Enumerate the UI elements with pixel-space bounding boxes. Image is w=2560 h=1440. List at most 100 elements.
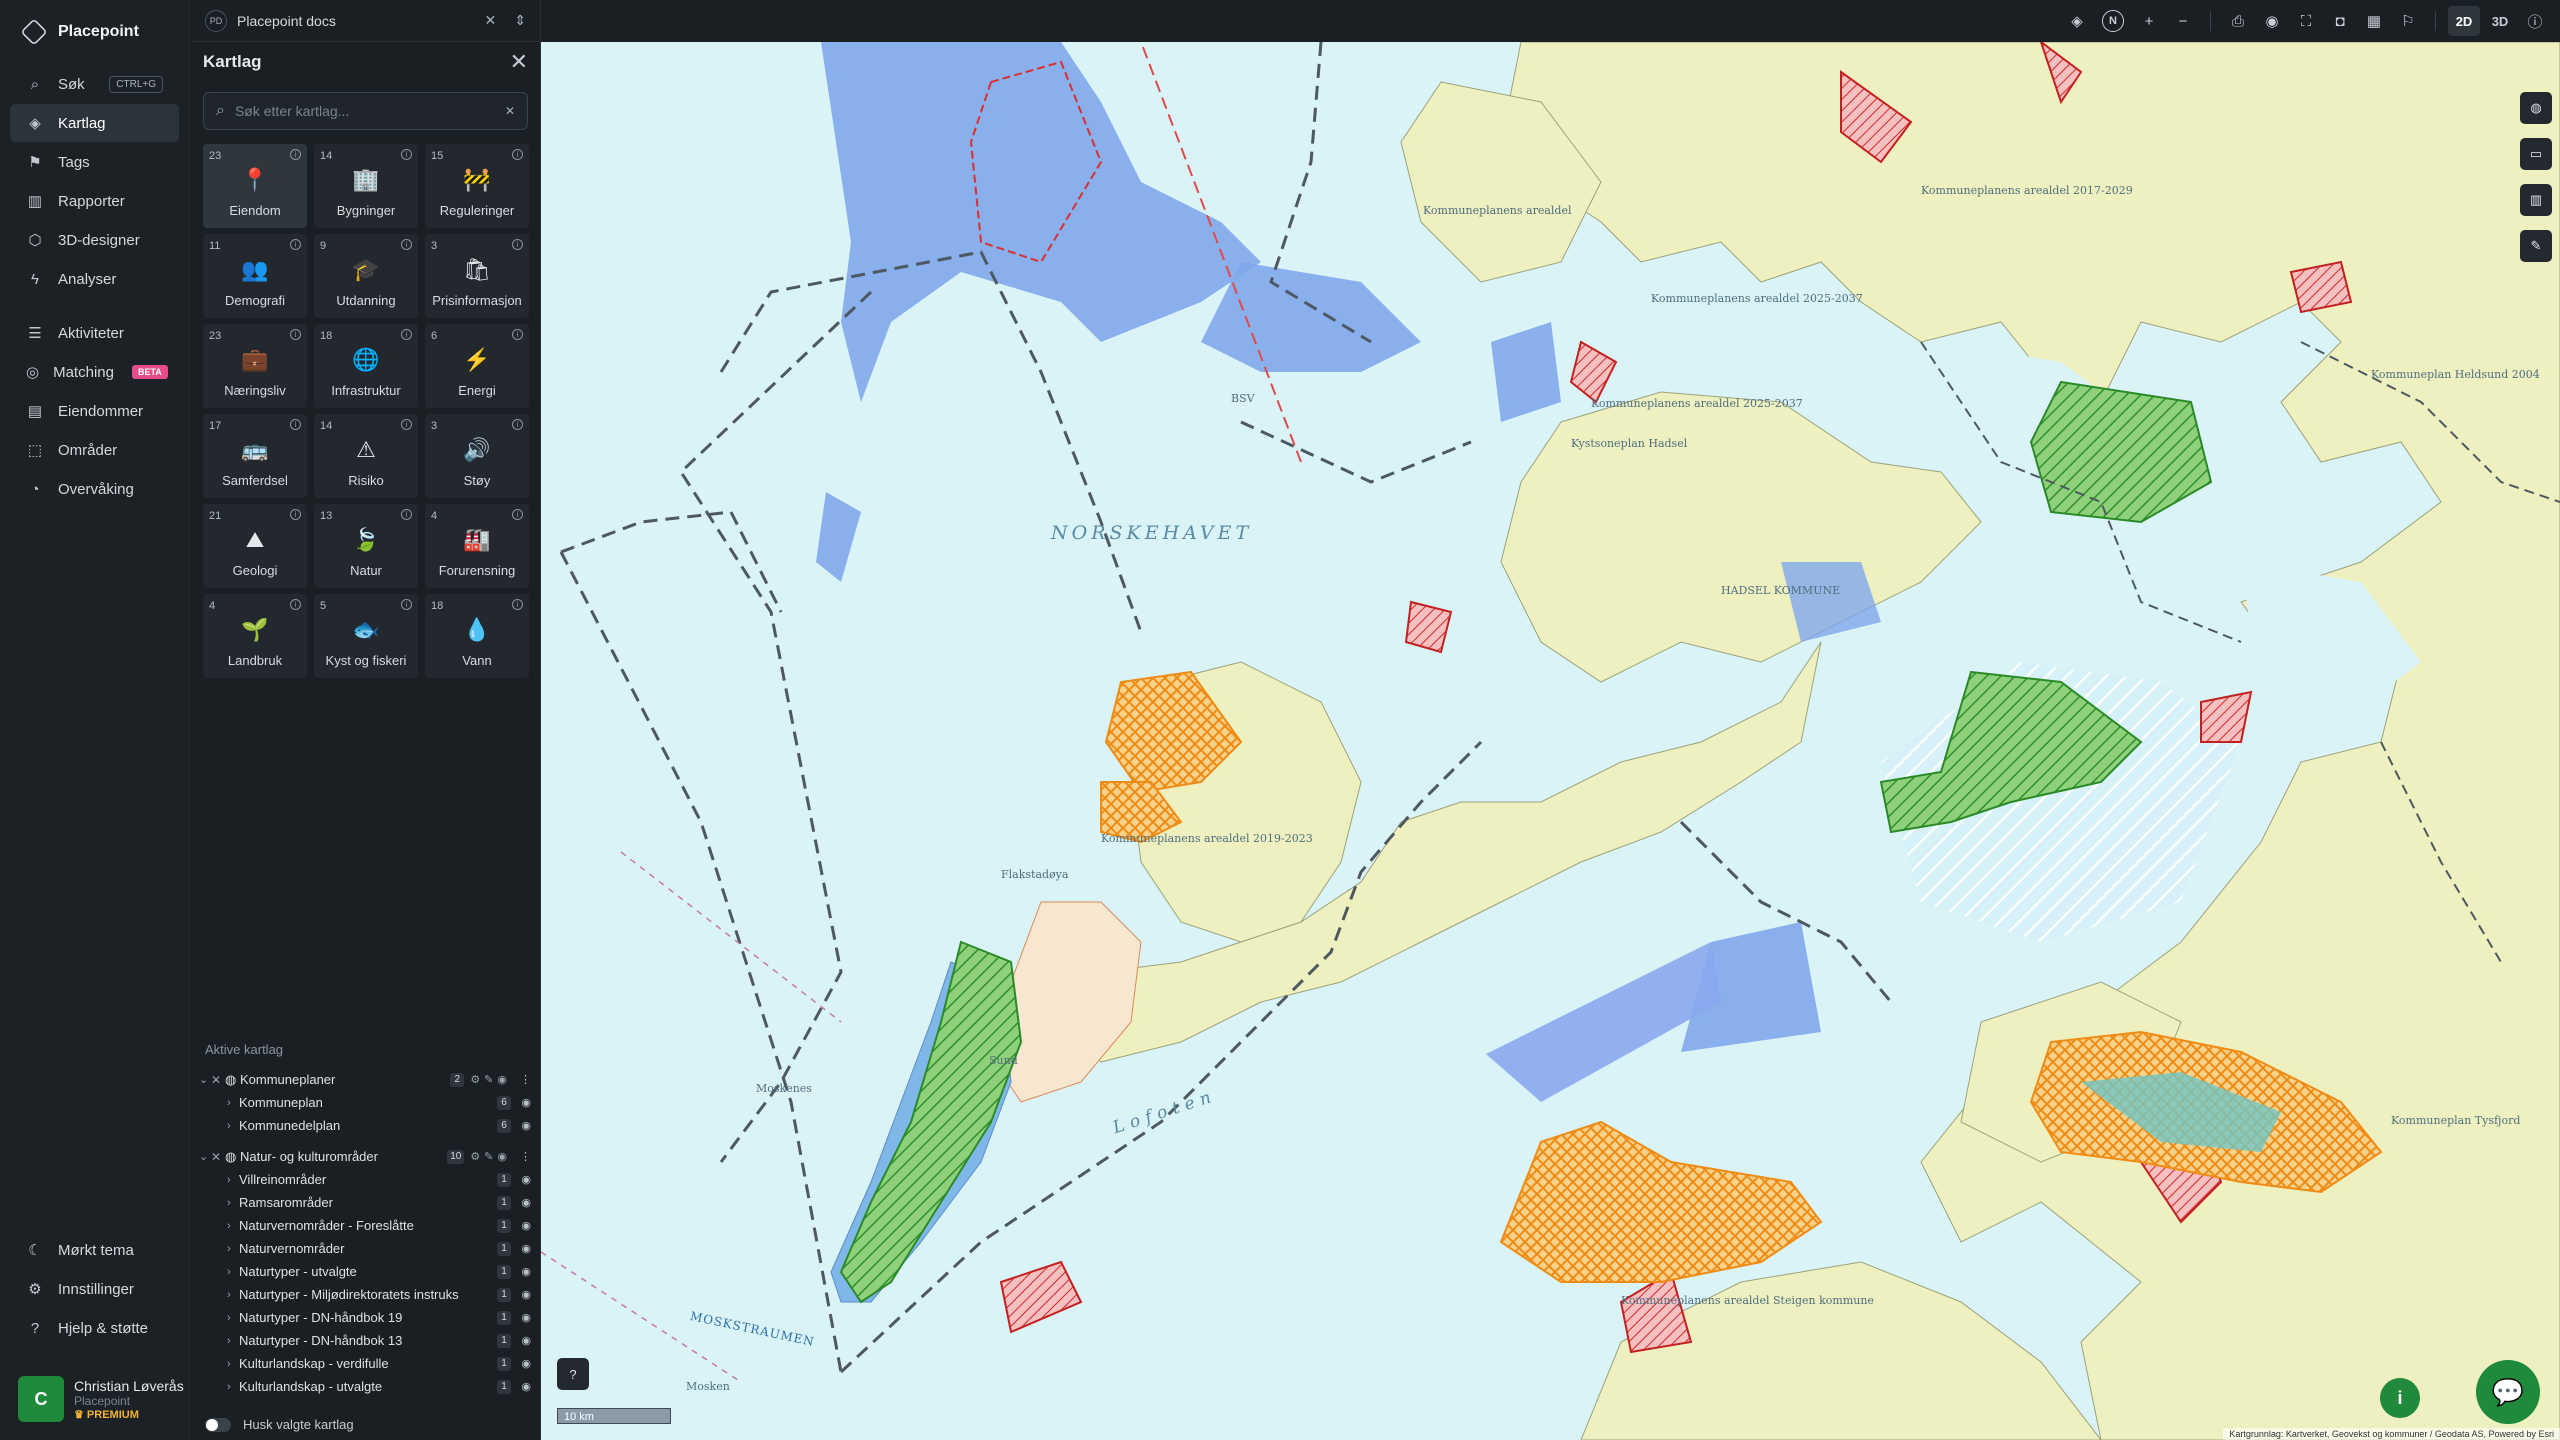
chevron-right-icon[interactable]: ›: [227, 1120, 239, 1132]
more-icon[interactable]: ⋮: [515, 1150, 531, 1163]
info-icon[interactable]: i: [512, 149, 523, 160]
layer-tools-icon[interactable]: ⚙✎◉: [470, 1150, 511, 1163]
category-tile-vann[interactable]: 18 i 💧 Vann: [425, 594, 529, 678]
eye-icon[interactable]: ◉: [515, 1119, 531, 1132]
eye-icon[interactable]: ◉: [515, 1311, 531, 1324]
globe-icon[interactable]: ◍: [2520, 92, 2552, 124]
nav-omrader[interactable]: ⬚ Områder: [10, 431, 179, 469]
category-tile-reguleringer[interactable]: 15 i 🚧 Reguleringer: [425, 144, 529, 228]
user-card[interactable]: C Christian Løverås Placepoint ♛ PREMIUM: [18, 1376, 184, 1422]
eye-icon[interactable]: ◉: [515, 1219, 531, 1232]
remember-toggle[interactable]: [205, 1417, 231, 1432]
category-tile-geologi[interactable]: 21 i ⛰ Geologi: [203, 504, 307, 588]
info-icon[interactable]: i: [401, 329, 412, 340]
layer-row[interactable]: › Villreinområder 1 ◉: [191, 1168, 541, 1191]
bookmark-icon[interactable]: ⚐: [2393, 6, 2423, 36]
info-icon[interactable]: i: [401, 599, 412, 610]
nav-rapporter[interactable]: ▥ Rapporter: [10, 182, 179, 220]
category-tile-eiendom[interactable]: 23 i 📍 Eiendom: [203, 144, 307, 228]
category-tile-landbruk[interactable]: 4 i 🌱 Landbruk: [203, 594, 307, 678]
chevron-right-icon[interactable]: ›: [227, 1243, 239, 1255]
category-tile-energi[interactable]: 6 i ⚡ Energi: [425, 324, 529, 408]
category-tile-støy[interactable]: 3 i 🔊 Støy: [425, 414, 529, 498]
nav-overvaking[interactable]: ◔ Overvåking: [10, 470, 179, 508]
eye-icon[interactable]: ◉: [515, 1265, 531, 1278]
chevron-down-icon[interactable]: ⌄: [199, 1073, 211, 1086]
clear-search-icon[interactable]: ✕: [505, 104, 515, 118]
nav-search[interactable]: ⌕ Søk CTRL+G: [10, 65, 179, 103]
chevron-right-icon[interactable]: ›: [227, 1266, 239, 1278]
nav-eiendommer[interactable]: ▤ Eiendommer: [10, 392, 179, 430]
eye-icon[interactable]: ◉: [515, 1242, 531, 1255]
layer-row[interactable]: › Kulturlandskap - utvalgte 1 ◉: [191, 1375, 541, 1398]
close-panel-icon[interactable]: ✕: [510, 49, 528, 75]
nav-dark-theme[interactable]: ☾ Mørkt tema: [10, 1231, 180, 1269]
info-icon[interactable]: i: [290, 419, 301, 430]
camera-icon[interactable]: ◘: [2325, 6, 2355, 36]
chevron-right-icon[interactable]: ›: [227, 1220, 239, 1232]
category-tile-demografi[interactable]: 11 i 👥 Demografi: [203, 234, 307, 318]
north-arrow-button[interactable]: N: [2102, 10, 2124, 32]
nav-matching[interactable]: ◎ Matching BETA: [10, 353, 179, 391]
brand[interactable]: Placepoint: [0, 0, 189, 64]
fullscreen-icon[interactable]: ⛶: [2291, 6, 2321, 36]
layer-row[interactable]: › Naturtyper - utvalgte 1 ◉: [191, 1260, 541, 1283]
map-canvas[interactable]: NORSKEHAVET Lofoten MOSKSTRAUMEN BSV Kom…: [541, 42, 2560, 1440]
info-icon[interactable]: i: [512, 239, 523, 250]
nav-help[interactable]: ? Hjelp & støtte: [10, 1309, 180, 1347]
remove-icon[interactable]: ✕: [211, 1073, 225, 1087]
category-tile-næringsliv[interactable]: 23 i 💼 Næringsliv: [203, 324, 307, 408]
layer-group-row[interactable]: ⌄ ✕ ◍ Natur- og kulturområder 10 ⚙✎◉ ⋮: [191, 1145, 541, 1168]
chevron-right-icon[interactable]: ›: [227, 1312, 239, 1324]
remove-icon[interactable]: ✕: [211, 1150, 225, 1164]
eye-icon[interactable]: ◉: [515, 1173, 531, 1186]
layer-row[interactable]: › Naturtyper - DN-håndbok 13 1 ◉: [191, 1329, 541, 1352]
zoom-out-button[interactable]: −: [2168, 6, 2198, 36]
grid-icon[interactable]: ▦: [2359, 6, 2389, 36]
layer-row[interactable]: › Kulturlandskap - verdifulle 1 ◉: [191, 1352, 541, 1375]
remember-layers[interactable]: Husk valgte kartlag: [205, 1417, 354, 1432]
eye-icon[interactable]: ◉: [2257, 6, 2287, 36]
mode-2d-button[interactable]: 2D: [2448, 6, 2480, 36]
eye-icon[interactable]: ◉: [515, 1196, 531, 1209]
nav-settings[interactable]: ⚙ Innstillinger: [10, 1270, 180, 1308]
chevron-right-icon[interactable]: ›: [227, 1197, 239, 1209]
layer-row[interactable]: › Ramsarområder 1 ◉: [191, 1191, 541, 1214]
info-icon[interactable]: i: [290, 149, 301, 160]
info-icon[interactable]: i: [401, 149, 412, 160]
category-tile-samferdsel[interactable]: 17 i 🚌 Samferdsel: [203, 414, 307, 498]
chevron-right-icon[interactable]: ›: [227, 1358, 239, 1370]
layer-tools-icon[interactable]: ⚙✎◉: [470, 1073, 511, 1086]
info-icon[interactable]: i: [401, 419, 412, 430]
info-icon[interactable]: ⓘ: [2520, 6, 2550, 36]
info-icon[interactable]: i: [290, 239, 301, 250]
info-icon[interactable]: i: [401, 239, 412, 250]
layer-search-input[interactable]: [234, 103, 495, 119]
chevron-down-icon[interactable]: ⌄: [199, 1150, 211, 1163]
document-bar[interactable]: PD Placepoint docs ✕ ⇕: [191, 0, 540, 42]
edit-icon[interactable]: ✎: [2520, 230, 2552, 262]
nav-aktiviteter[interactable]: ☰ Aktiviteter: [10, 314, 179, 352]
close-doc-icon[interactable]: ✕: [485, 12, 497, 29]
info-icon[interactable]: i: [2380, 1378, 2420, 1418]
layer-row[interactable]: › Kommuneplan 6 ◉: [191, 1091, 541, 1114]
category-tile-prisinformasjon[interactable]: 3 i 🛍 Prisinformasjon: [425, 234, 529, 318]
info-icon[interactable]: i: [512, 599, 523, 610]
chevron-right-icon[interactable]: ›: [227, 1289, 239, 1301]
category-tile-risiko[interactable]: 14 i ⚠ Risiko: [314, 414, 418, 498]
layer-row[interactable]: › Kommunedelplan 6 ◉: [191, 1114, 541, 1137]
mode-3d-button[interactable]: 3D: [2484, 6, 2516, 36]
layer-row[interactable]: › Naturtyper - DN-håndbok 19 1 ◉: [191, 1306, 541, 1329]
category-tile-bygninger[interactable]: 14 i 🏢 Bygninger: [314, 144, 418, 228]
more-icon[interactable]: ⋮: [515, 1073, 531, 1086]
eye-icon[interactable]: ◉: [515, 1288, 531, 1301]
info-icon[interactable]: i: [290, 509, 301, 520]
chevron-right-icon[interactable]: ›: [227, 1174, 239, 1186]
nav-tags[interactable]: ⚑ Tags: [10, 143, 179, 181]
chat-icon[interactable]: 💬: [2476, 1360, 2540, 1424]
measure-icon[interactable]: ▭: [2520, 138, 2552, 170]
info-icon[interactable]: i: [512, 509, 523, 520]
eye-icon[interactable]: ◉: [515, 1357, 531, 1370]
layer-row[interactable]: › Naturvernområder 1 ◉: [191, 1237, 541, 1260]
zoom-in-button[interactable]: +: [2134, 6, 2164, 36]
